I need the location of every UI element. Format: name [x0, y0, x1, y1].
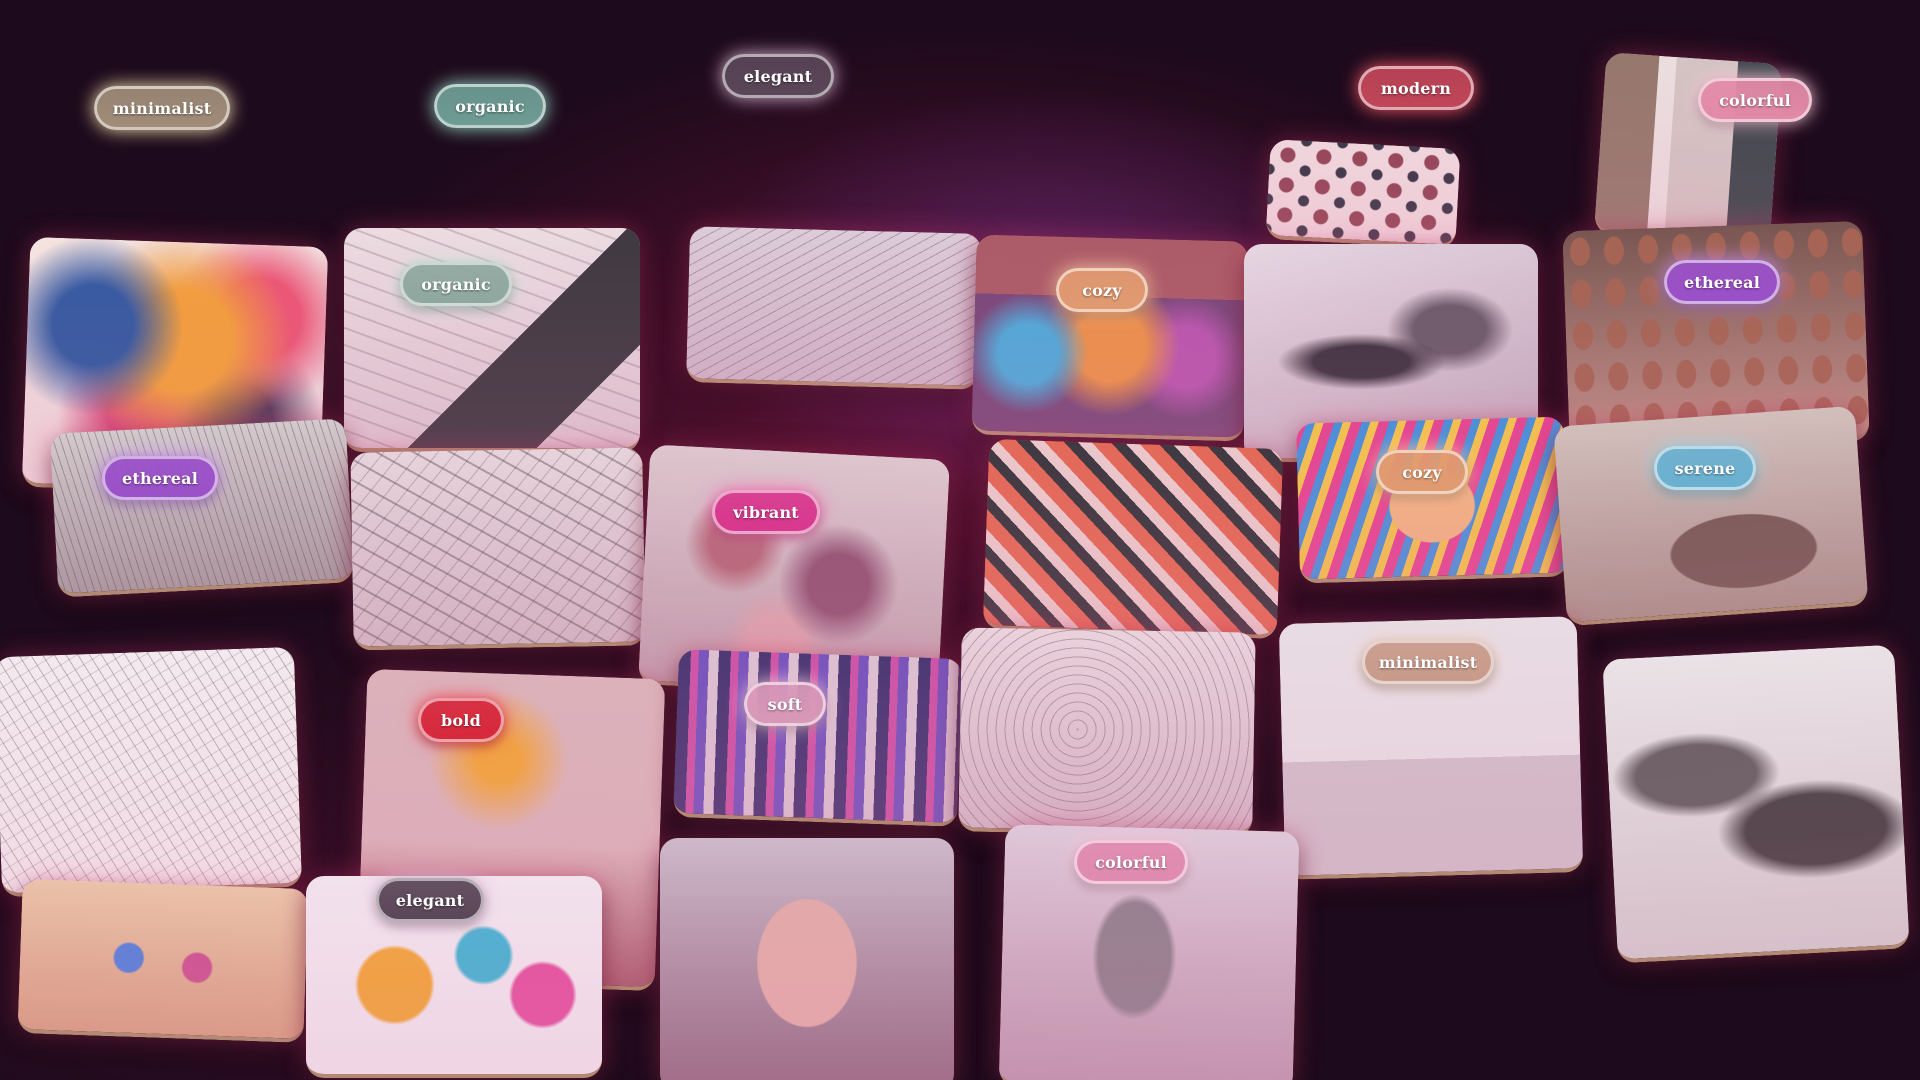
artwork-card-elf-portrait[interactable]: [660, 838, 954, 1080]
tag-label: colorful: [1095, 852, 1167, 872]
tag-ethereal[interactable]: ethereal: [1664, 260, 1780, 304]
artwork-card-anime-girl[interactable]: [17, 879, 309, 1043]
tag-modern[interactable]: modern: [1358, 66, 1474, 110]
tag-organic[interactable]: organic: [434, 84, 546, 128]
tag-organic[interactable]: organic: [400, 262, 512, 306]
tag-label: cozy: [1082, 280, 1122, 300]
artwork-card-colorful-portrait[interactable]: [1295, 416, 1569, 584]
artwork-card-line-art[interactable]: [958, 627, 1256, 837]
tag-label: colorful: [1719, 90, 1791, 110]
tag-serene[interactable]: serene: [1654, 446, 1756, 490]
tag-label: organic: [455, 96, 525, 116]
tag-label: modern: [1380, 78, 1452, 98]
tag-colorful[interactable]: colorful: [1074, 840, 1188, 884]
tag-label: vibrant: [733, 502, 799, 522]
tag-ethereal[interactable]: ethereal: [102, 456, 218, 500]
tag-elegant[interactable]: elegant: [376, 878, 484, 922]
tag-elegant[interactable]: elegant: [722, 54, 834, 98]
tag-label: ethereal: [121, 468, 199, 488]
tag-bold[interactable]: bold: [418, 698, 504, 742]
tag-label: elegant: [395, 890, 465, 910]
tag-label: bold: [441, 710, 481, 730]
artwork-card-rock-sketch[interactable]: [0, 646, 303, 898]
artwork-card-glitch-abstract[interactable]: [673, 649, 963, 827]
tag-label: cozy: [1402, 462, 1442, 482]
artwork-card-surreal-landscape[interactable]: [1553, 405, 1869, 627]
moodboard-canvas: minimalist organic elegant modern colorf…: [0, 0, 1920, 1080]
tag-vibrant[interactable]: vibrant: [712, 490, 820, 534]
artwork-card-ink-landscape[interactable]: [1602, 644, 1910, 964]
tag-label: soft: [767, 694, 803, 714]
tag-soft[interactable]: soft: [744, 682, 826, 726]
tag-label: minimalist: [1378, 652, 1478, 672]
tag-label: serene: [1674, 458, 1736, 478]
tag-label: organic: [421, 274, 491, 294]
tag-label: minimalist: [112, 98, 212, 118]
tag-minimalist[interactable]: minimalist: [94, 86, 230, 130]
artwork-card-pencil-sketchbook[interactable]: [686, 226, 982, 390]
artwork-card-sketch-house[interactable]: [49, 418, 355, 598]
tag-cozy[interactable]: cozy: [1056, 268, 1148, 312]
tag-colorful[interactable]: colorful: [1698, 78, 1812, 122]
tag-label: elegant: [743, 66, 813, 86]
artwork-card-geometric-zigzag[interactable]: [982, 438, 1284, 640]
tag-cozy[interactable]: cozy: [1376, 450, 1468, 494]
artwork-card-graffiti-wall[interactable]: [971, 234, 1249, 442]
artwork-card-dotted-pattern[interactable]: [1265, 139, 1461, 249]
tag-minimalist[interactable]: minimalist: [1362, 640, 1494, 684]
tag-label: ethereal: [1683, 272, 1761, 292]
artwork-card-ink-trees[interactable]: [350, 447, 646, 651]
